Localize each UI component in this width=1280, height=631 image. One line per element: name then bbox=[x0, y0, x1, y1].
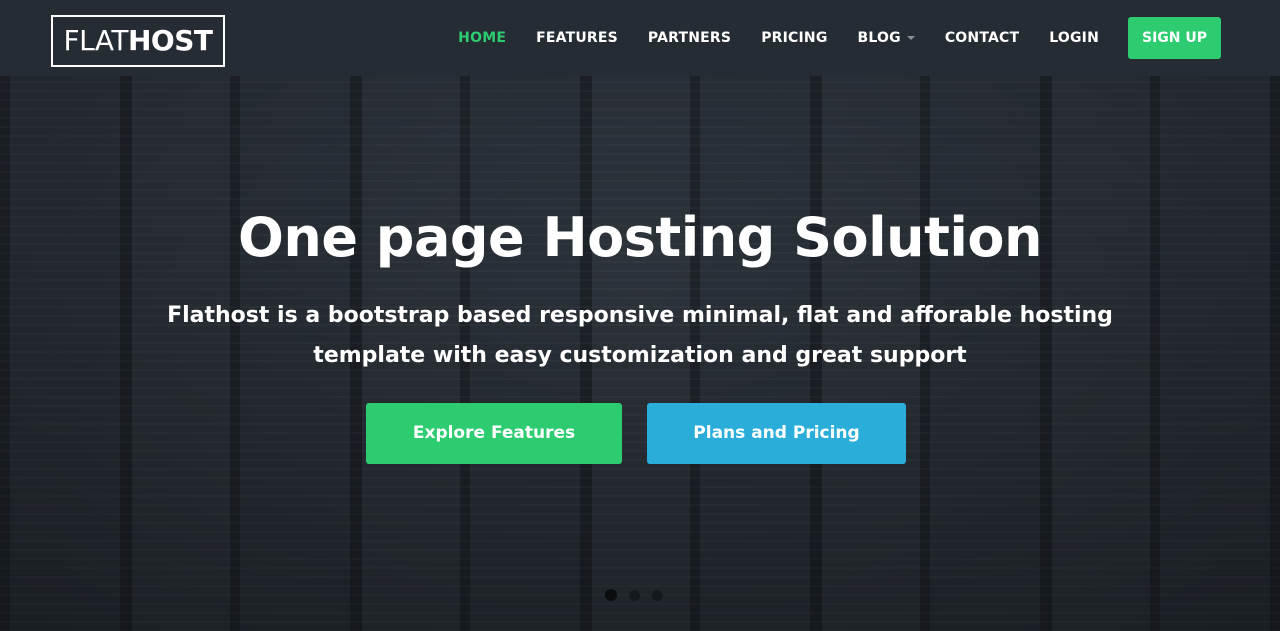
nav-item-blog[interactable]: BLOG bbox=[858, 30, 915, 46]
nav-item-pricing[interactable]: PRICING bbox=[761, 30, 827, 46]
logo[interactable]: FLATHOST bbox=[51, 15, 225, 67]
main-nav: HOME FEATURES PARTNERS PRICING BLOG CONT… bbox=[428, 0, 1221, 76]
explore-features-button[interactable]: Explore Features bbox=[366, 403, 622, 464]
hero-title: One page Hosting Solution bbox=[238, 206, 1042, 269]
nav-item-features[interactable]: FEATURES bbox=[536, 30, 618, 46]
nav-item-partners[interactable]: PARTNERS bbox=[648, 30, 731, 46]
slider-dot-3[interactable] bbox=[652, 589, 663, 601]
slider-dot-2[interactable] bbox=[629, 589, 640, 601]
slider-dot-1[interactable] bbox=[605, 589, 617, 601]
nav-item-login[interactable]: LOGIN bbox=[1049, 30, 1099, 46]
slider-indicators bbox=[605, 588, 675, 602]
logo-text-light: FLAT bbox=[63, 24, 129, 57]
navbar: FLATHOST HOME FEATURES PARTNERS PRICING … bbox=[0, 0, 1280, 76]
logo-text-bold: HOST bbox=[127, 24, 213, 57]
nav-item-home[interactable]: HOME bbox=[458, 30, 506, 46]
plans-pricing-button[interactable]: Plans and Pricing bbox=[647, 403, 906, 464]
caret-down-icon bbox=[906, 36, 915, 40]
hero-section: One page Hosting Solution Flathost is a … bbox=[0, 76, 1280, 631]
landing-page: FLATHOST HOME FEATURES PARTNERS PRICING … bbox=[0, 0, 1280, 631]
signup-button[interactable]: SIGN UP bbox=[1128, 17, 1221, 59]
nav-item-blog-label: BLOG bbox=[857, 30, 901, 46]
hero-subtitle: Flathost is a bootstrap based responsive… bbox=[167, 303, 1113, 368]
nav-item-contact[interactable]: CONTACT bbox=[945, 30, 1019, 46]
